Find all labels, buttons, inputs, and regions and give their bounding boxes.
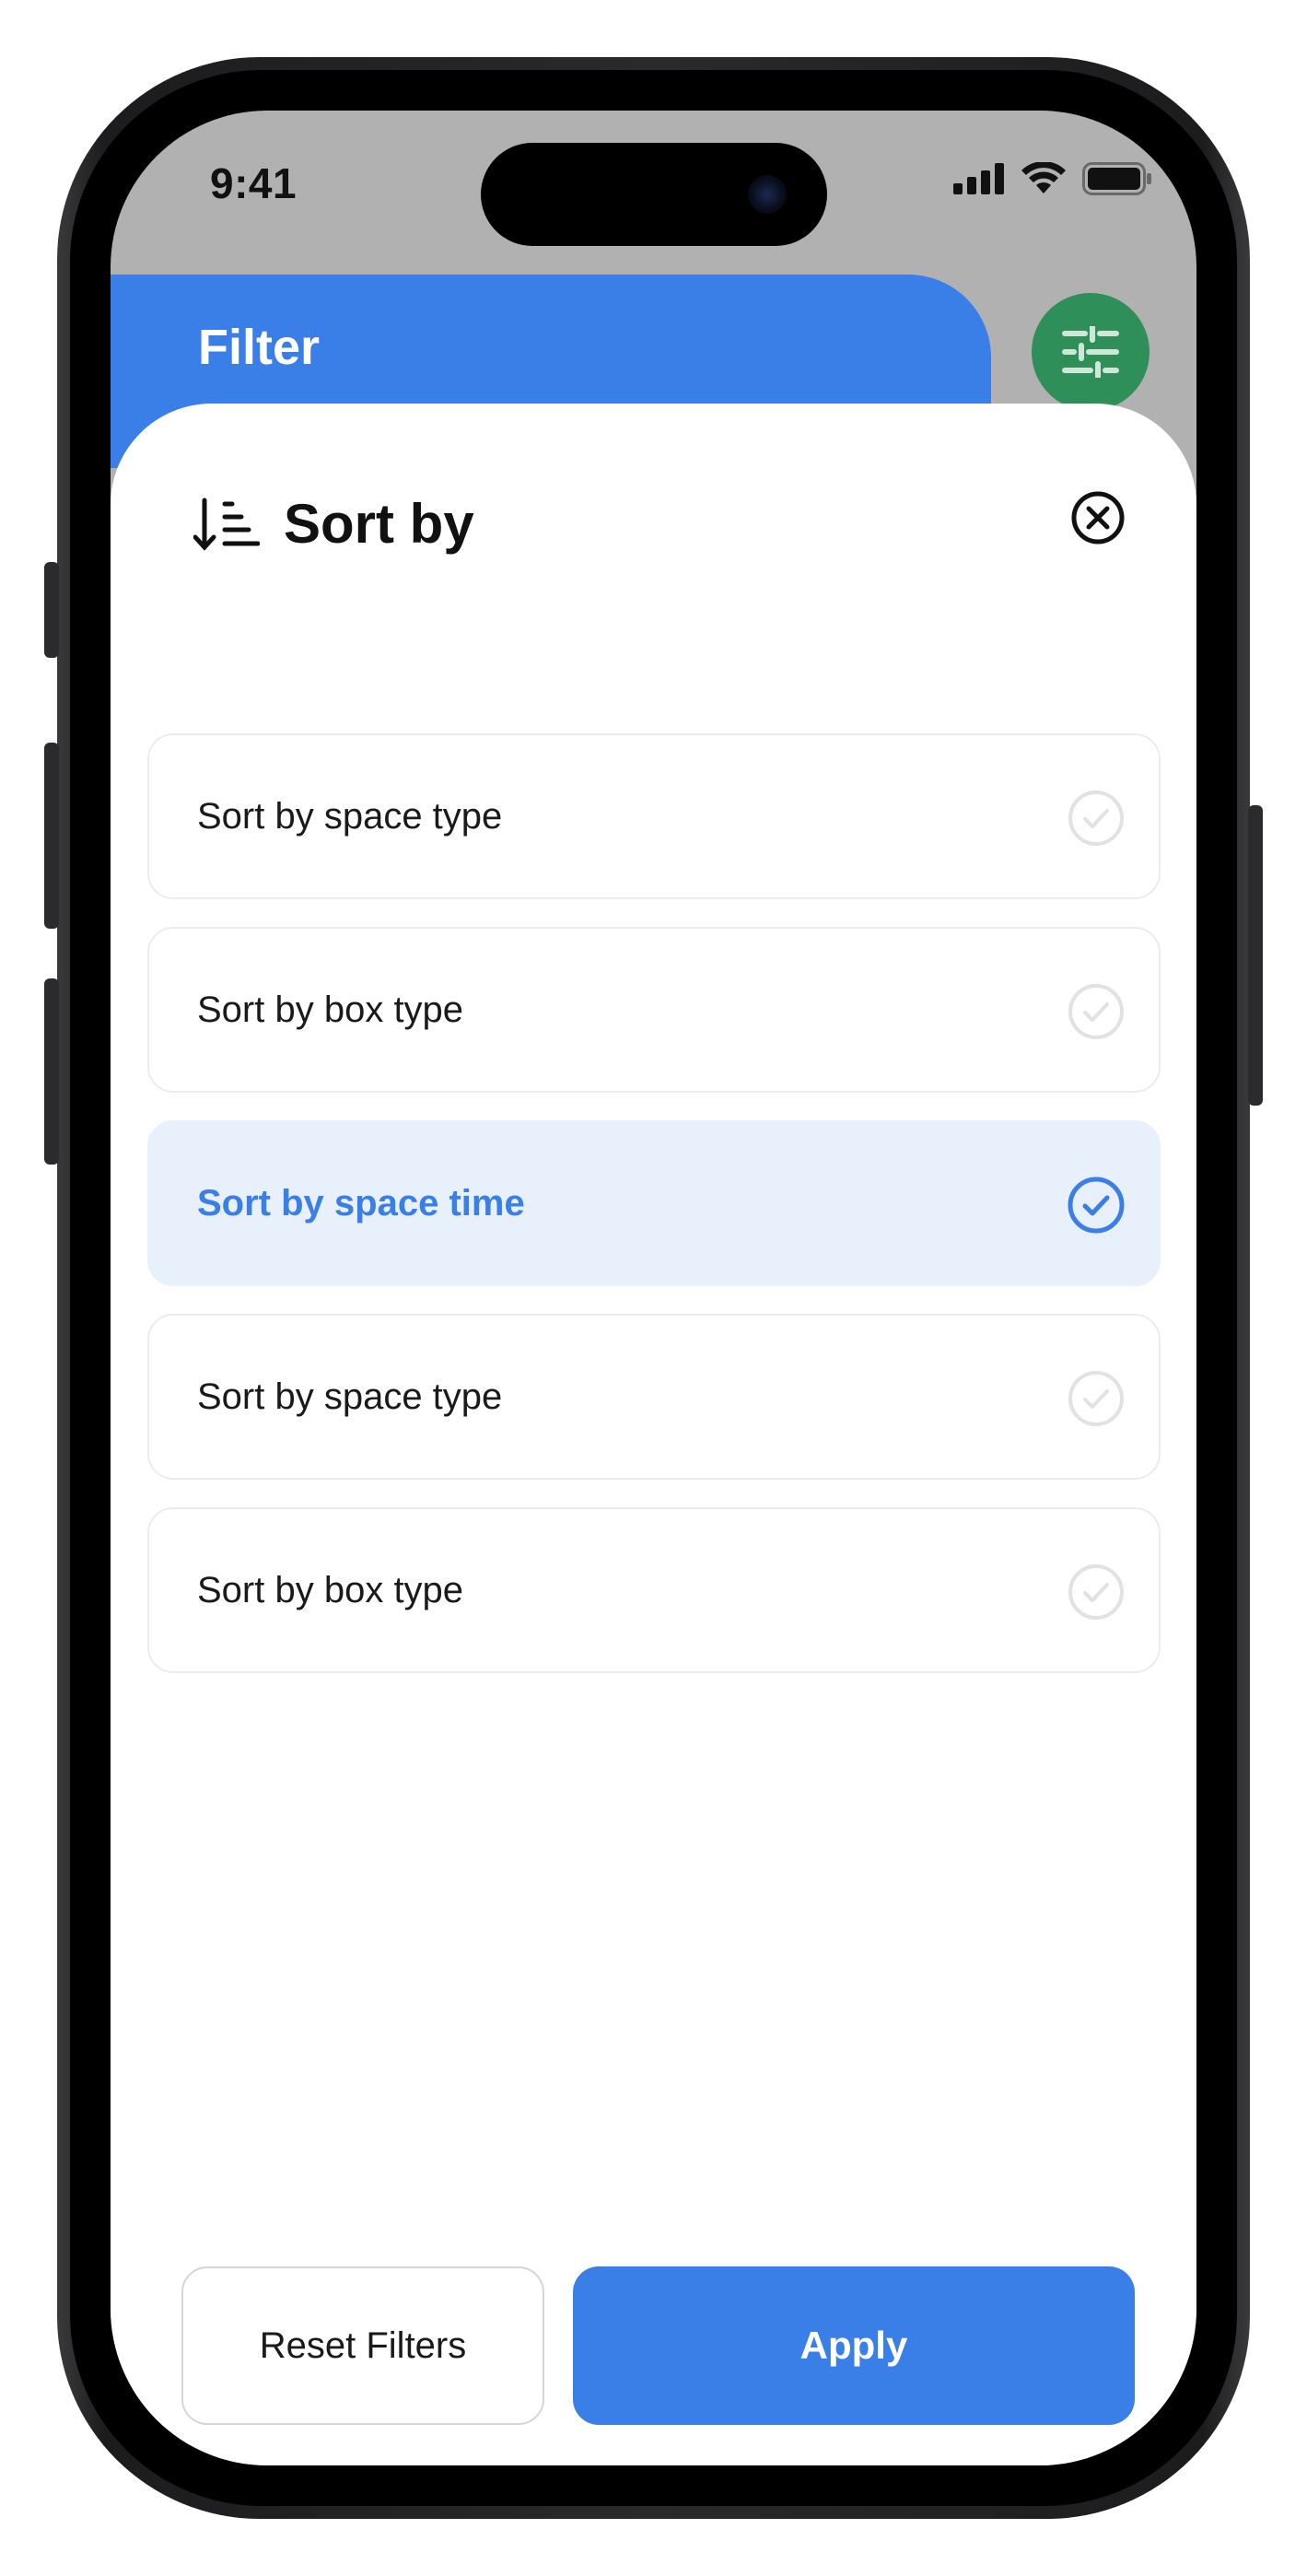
apply-button[interactable]: Apply [573,2266,1135,2425]
sheet-header: Sort by [193,492,474,556]
action-button [44,562,59,658]
power-button [1248,805,1263,1106]
sort-option-label: Sort by box type [197,989,464,1030]
close-button[interactable] [1070,490,1126,545]
wifi-icon [1021,162,1066,193]
close-circle-icon [1071,491,1125,544]
check-circle-icon [1068,790,1124,846]
filter-button[interactable] [1032,293,1149,411]
status-time: 9:41 [210,159,298,207]
dynamic-island [481,143,827,246]
check-circle-icon [1068,1177,1125,1234]
reset-filters-button[interactable]: Reset Filters [181,2266,544,2425]
status-icons [953,162,1152,195]
sort-option-label: Sort by box type [197,1570,464,1610]
cellular-signal-icon [953,163,1004,194]
screen: 9:41 Filter Sort by Sort by space type S… [111,111,1196,2465]
sort-option-label: Sort by space time [197,1183,525,1224]
volume-down-button [44,978,59,1165]
page-title: Filter [198,320,321,375]
sheet-title: Sort by [284,493,474,555]
check-circle-icon [1068,984,1124,1039]
sort-option-label: Sort by space type [197,796,503,837]
sort-bottom-sheet: Sort by Sort by space type Sort by box t… [111,404,1196,2465]
camera-icon [748,175,787,214]
check-circle-icon [1068,1564,1124,1620]
sort-option-label: Sort by space type [197,1376,503,1417]
battery-icon [1082,162,1151,195]
sliders-icon [1062,326,1119,378]
sort-option[interactable]: Sort by space type [147,1314,1161,1480]
sort-option[interactable]: Sort by space type [147,733,1161,899]
check-circle-icon [1068,1371,1124,1426]
volume-up-button [44,743,59,929]
sort-option[interactable]: Sort by box type [147,1507,1161,1673]
sort-descending-icon [193,498,260,551]
sort-option[interactable]: Sort by box type [147,927,1161,1093]
sort-option-selected[interactable]: Sort by space time [147,1120,1161,1286]
